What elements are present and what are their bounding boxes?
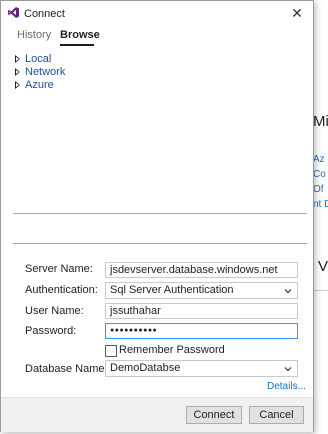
- remember-password-label[interactable]: Remember Password: [119, 344, 225, 356]
- section-divider: [13, 243, 307, 244]
- visual-studio-icon: [8, 7, 19, 18]
- authentication-label: Authentication:: [25, 284, 98, 296]
- connect-button[interactable]: Connect: [186, 406, 242, 424]
- chevron-down-icon: [284, 289, 292, 294]
- selected-tab-indicator: [60, 44, 94, 46]
- connect-dialog: Connect ✕ History Browse Local Network A…: [0, 0, 314, 432]
- user-name-field[interactable]: jssuthahar: [105, 303, 298, 319]
- expand-arrow-icon[interactable]: [15, 81, 20, 89]
- section-divider: [13, 213, 307, 214]
- database-name-value: DemoDatabse: [110, 362, 181, 374]
- background-heading: Mi: [313, 113, 328, 130]
- tab-browse[interactable]: Browse: [60, 29, 100, 41]
- database-name-select[interactable]: DemoDatabse: [105, 360, 298, 377]
- password-label: Password:: [25, 325, 77, 337]
- tree-item-label: Network: [25, 66, 66, 78]
- background-link[interactable]: Co: [313, 169, 326, 180]
- authentication-select[interactable]: Sql Server Authentication: [105, 282, 298, 299]
- dialog-title: Connect: [24, 8, 65, 20]
- user-name-label: User Name:: [25, 305, 84, 317]
- authentication-value: Sql Server Authentication: [110, 284, 234, 296]
- database-name-label: Database Name:: [25, 363, 108, 375]
- details-link[interactable]: Details...: [267, 381, 306, 392]
- expand-arrow-icon[interactable]: [15, 68, 20, 76]
- cancel-button[interactable]: Cancel: [249, 406, 304, 424]
- server-name-label: Server Name:: [25, 263, 93, 275]
- background-lower-heading: V: [318, 258, 328, 275]
- close-icon[interactable]: ✕: [285, 3, 309, 23]
- background-link[interactable]: Of: [313, 184, 324, 195]
- tree-item-label: Azure: [25, 79, 54, 91]
- title-bar[interactable]: Connect ✕: [1, 1, 313, 25]
- chevron-down-icon: [284, 367, 292, 372]
- expand-arrow-icon[interactable]: [15, 55, 20, 63]
- remember-password-checkbox[interactable]: [105, 345, 117, 357]
- server-name-field[interactable]: jsdevserver.database.windows.net: [105, 262, 298, 278]
- tab-history[interactable]: History: [17, 29, 51, 41]
- password-field[interactable]: ●●●●●●●●●●: [105, 323, 298, 339]
- tree-item-label: Local: [25, 53, 52, 65]
- background-link[interactable]: Az: [313, 154, 325, 165]
- background-link[interactable]: nt D: [313, 199, 328, 210]
